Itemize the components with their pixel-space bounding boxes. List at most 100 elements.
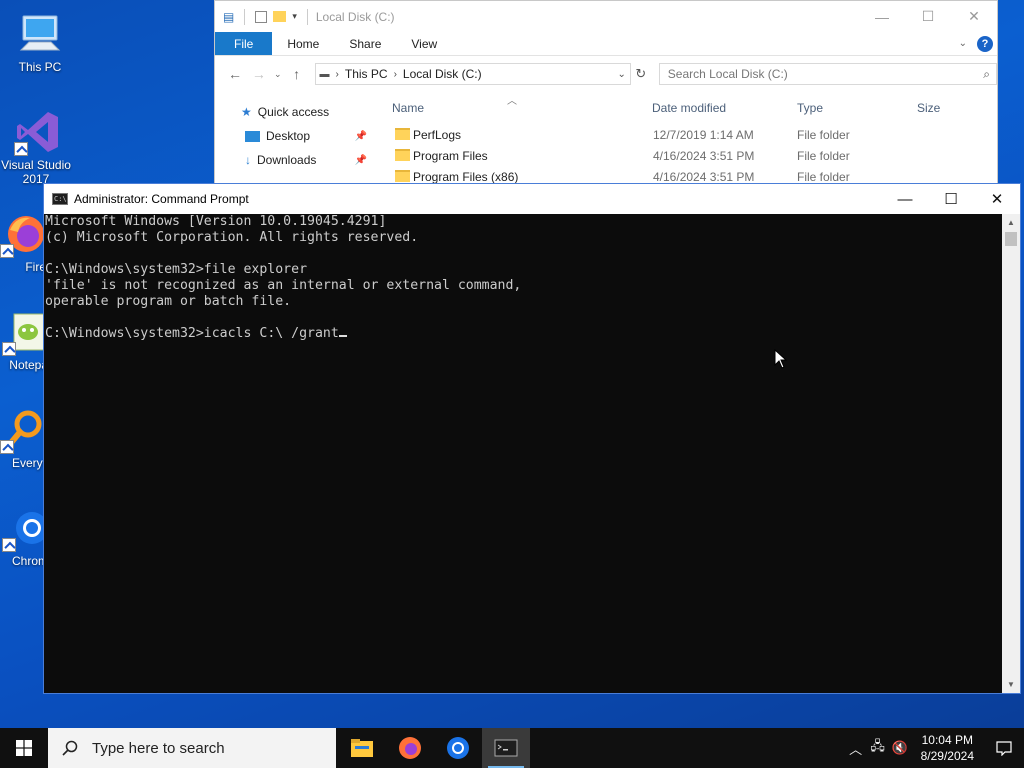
desktop-icon-firefox[interactable]: Fire	[0, 210, 46, 274]
new-folder-icon[interactable]	[273, 11, 287, 22]
navigation-bar: ← → ⌄ ↑ ▬ › This PC › Local Disk (C:) ⌄ …	[215, 56, 997, 92]
pin-icon[interactable]: 📌	[355, 155, 367, 166]
column-headers: Name ︿ Date modified Type Size	[387, 92, 997, 124]
file-type: File folder	[797, 127, 850, 142]
clock[interactable]: 10:04 PM 8/29/2024	[911, 732, 984, 764]
minimize-button[interactable]: —	[859, 1, 905, 32]
scrollbar-thumb[interactable]	[1005, 232, 1017, 246]
show-hidden-icons-icon[interactable]: ︿	[845, 739, 867, 758]
console-input-line[interactable]: C:\Windows\system32>icacls C:\ /grant	[45, 326, 1002, 342]
cmd-title-bar[interactable]: C:\ Administrator: Command Prompt — ☐ ✕	[44, 184, 1020, 214]
windows-logo-icon	[16, 740, 32, 756]
volume-muted-icon[interactable]: 🔇	[889, 740, 911, 756]
file-row[interactable]: Program Files 4/16/2024 3:51 PM File fol…	[387, 145, 997, 166]
close-button[interactable]: ✕	[951, 1, 997, 32]
taskbar-chrome[interactable]	[434, 728, 482, 768]
command-prompt-window[interactable]: C:\ Administrator: Command Prompt — ☐ ✕ …	[43, 183, 1021, 694]
sidebar-item-downloads[interactable]: ↓ Downloads 📌	[215, 148, 387, 172]
action-center-button[interactable]	[984, 728, 1024, 768]
desktop-icon-label: Visual Studio 2017	[1, 158, 71, 186]
command-prompt-icon: C:\	[52, 193, 68, 205]
tab-view[interactable]: View	[396, 32, 452, 55]
file-date: 4/16/2024 3:51 PM	[653, 169, 755, 184]
explorer-title-bar[interactable]: ▤ ▾ Local Disk (C:) — ☐ ✕	[215, 1, 997, 32]
network-icon[interactable]: 🖧	[867, 737, 889, 759]
explorer-window-title: Local Disk (C:)	[315, 9, 395, 24]
recent-locations-icon[interactable]: ⌄	[271, 69, 285, 80]
chrome-icon	[447, 737, 469, 759]
chevron-right-icon: ›	[335, 68, 339, 80]
tab-home[interactable]: Home	[272, 32, 334, 55]
taskbar-command-prompt[interactable]	[482, 728, 530, 768]
shortcut-arrow-icon	[0, 244, 14, 258]
console-output[interactable]: Microsoft Windows [Version 10.0.19045.42…	[44, 214, 1002, 693]
console-line: (c) Microsoft Corporation. All rights re…	[45, 230, 419, 245]
help-icon[interactable]: ?	[977, 35, 993, 52]
search-input[interactable]: Search Local Disk (C:) ⌕	[658, 63, 997, 85]
search-placeholder: Search Local Disk (C:)	[667, 67, 788, 81]
search-icon	[62, 740, 78, 756]
forward-arrow-icon[interactable]: →	[247, 66, 271, 82]
taskbar-firefox[interactable]	[386, 728, 434, 768]
file-row[interactable]: Program Files (x86) 4/16/2024 3:51 PM Fi…	[387, 166, 997, 184]
tab-file[interactable]: File	[215, 32, 273, 55]
console-current-input[interactable]: icacls C:\ /grant	[204, 326, 339, 341]
file-row[interactable]: PerfLogs 12/7/2019 1:14 AM File folder	[387, 124, 997, 145]
column-header-size[interactable]: Size	[917, 101, 940, 115]
scroll-up-arrow-icon[interactable]: ▲	[1002, 214, 1020, 231]
taskbar-search-box[interactable]: Type here to search	[48, 728, 336, 768]
desktop-icon-notepad-plus[interactable]: Notepa	[0, 308, 48, 372]
expand-ribbon-icon[interactable]: ⌄	[959, 38, 967, 49]
customize-toolbar-icon[interactable]: ▾	[292, 11, 297, 22]
chevron-down-icon[interactable]: ⌄	[617, 69, 629, 80]
clock-time: 10:04 PM	[921, 733, 973, 747]
breadcrumb-drive[interactable]: Local Disk (C:)	[403, 67, 482, 81]
cmd-scrollbar[interactable]: ▲ ▼	[1002, 214, 1020, 693]
back-arrow-icon[interactable]: ←	[223, 66, 247, 82]
maximize-button[interactable]: ☐	[905, 1, 951, 32]
explorer-app-icon: ▤	[223, 9, 235, 24]
sidebar-item-quick-access[interactable]: ★ Quick access	[215, 100, 387, 124]
sidebar-item-label: Quick access	[257, 105, 330, 119]
tab-share[interactable]: Share	[334, 32, 396, 55]
sidebar-item-desktop[interactable]: Desktop 📌	[215, 124, 387, 148]
column-header-type[interactable]: Type	[797, 101, 823, 115]
start-button[interactable]	[0, 728, 48, 768]
file-date: 12/7/2019 1:14 AM	[653, 127, 754, 142]
ribbon-tabs: File Home Share View ⌄ ?	[215, 32, 997, 56]
breadcrumb-this-pc[interactable]: This PC	[345, 67, 388, 81]
desktop-folder-icon	[245, 130, 260, 142]
star-icon: ★	[241, 105, 252, 119]
command-prompt-icon	[494, 739, 518, 757]
desktop-icon-label: Fire	[25, 260, 46, 274]
minimize-button[interactable]: —	[882, 184, 928, 214]
close-button[interactable]: ✕	[974, 184, 1020, 214]
desktop-icon-label: Notepa	[9, 358, 48, 372]
shortcut-arrow-icon	[2, 538, 16, 552]
maximize-button[interactable]: ☐	[928, 184, 974, 214]
column-header-date[interactable]: Date modified	[652, 101, 726, 115]
scroll-down-arrow-icon[interactable]: ▼	[1002, 676, 1020, 693]
desktop-icon-this-pc[interactable]: This PC	[2, 10, 78, 74]
taskbar-search-placeholder: Type here to search	[92, 739, 225, 757]
address-bar[interactable]: ▬ › This PC › Local Disk (C:) ⌄	[314, 63, 631, 85]
notification-icon	[996, 741, 1012, 756]
taskbar-file-explorer[interactable]	[338, 728, 386, 768]
refresh-icon[interactable]: ↻	[631, 66, 651, 82]
pin-icon[interactable]: 📌	[355, 131, 367, 142]
properties-check-icon[interactable]	[255, 10, 268, 23]
desktop-icon-chrome[interactable]: Chrom	[0, 504, 48, 568]
navigation-pane: ★ Quick access Desktop 📌 ↓ Downloads 📌	[215, 92, 387, 183]
visual-studio-icon	[14, 108, 62, 156]
file-date: 4/16/2024 3:51 PM	[653, 148, 755, 163]
firefox-icon	[0, 210, 48, 258]
desktop-icon-visual-studio[interactable]: Visual Studio 2017	[0, 108, 76, 186]
sidebar-item-label: Downloads	[257, 153, 317, 167]
desktop-icon-everything[interactable]: Everyt	[0, 406, 46, 470]
file-explorer-window[interactable]: ▤ ▾ Local Disk (C:) — ☐ ✕ File Home Shar…	[214, 0, 998, 184]
folder-icon	[395, 170, 410, 182]
column-header-name[interactable]: Name	[392, 101, 424, 115]
file-name: Program Files (x86)	[413, 169, 519, 184]
up-arrow-icon[interactable]: ↑	[285, 66, 309, 82]
